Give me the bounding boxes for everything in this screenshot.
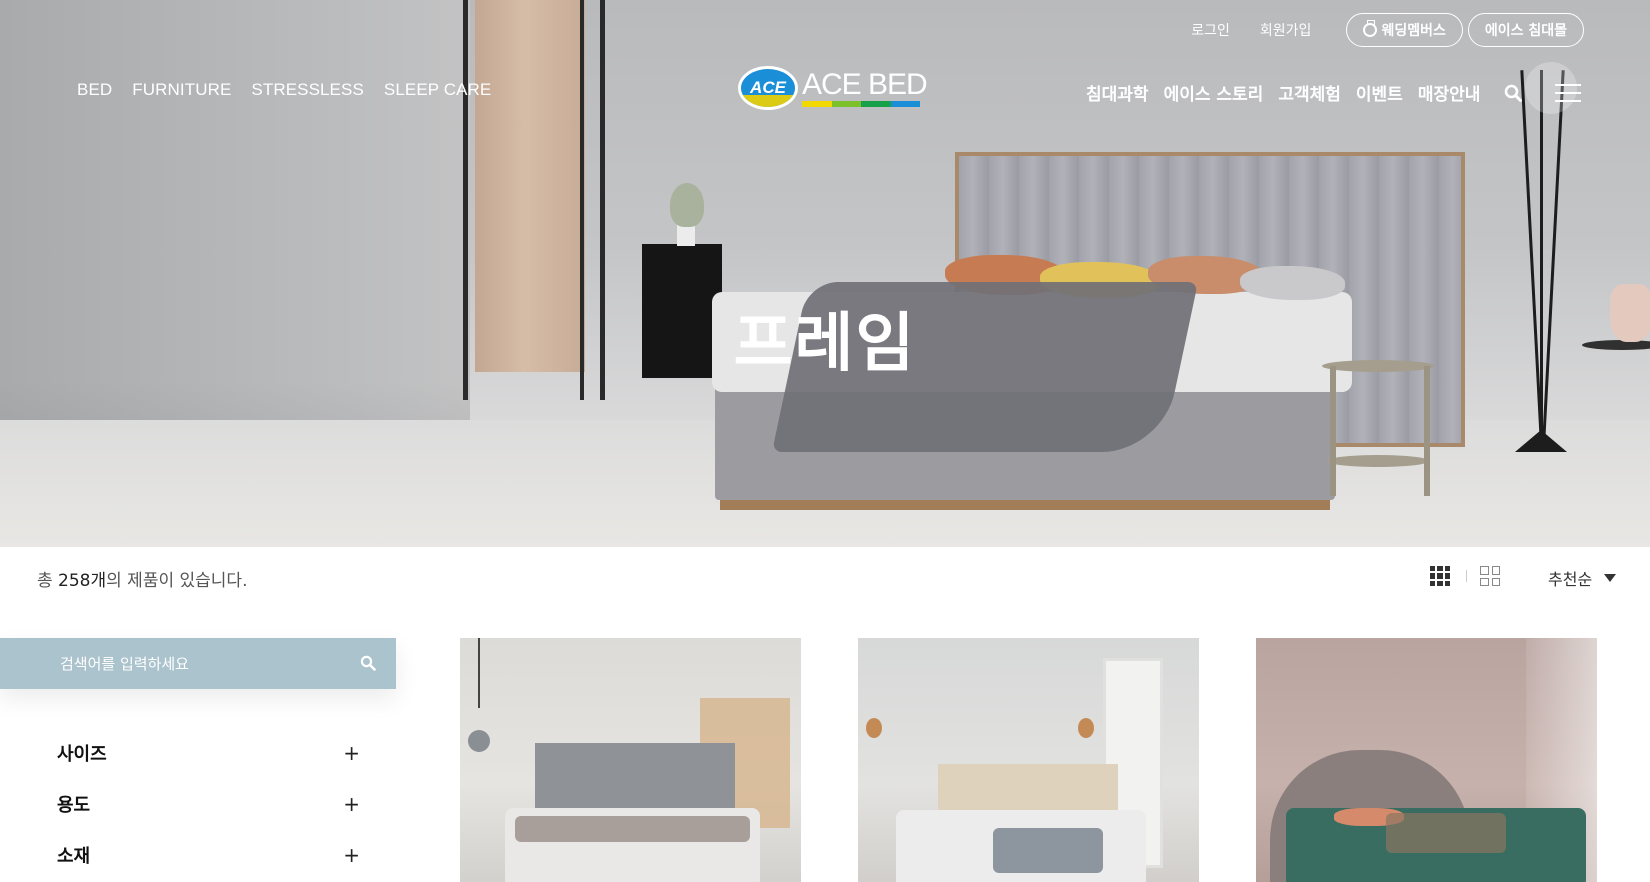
ace-mall-button[interactable]: 에이스 침대몰 xyxy=(1467,13,1584,47)
grid-2-icon[interactable] xyxy=(1480,566,1500,586)
filter-usage[interactable]: 용도 + xyxy=(57,792,360,816)
product-card[interactable] xyxy=(1256,638,1597,882)
count-prefix: 총 xyxy=(37,571,59,591)
product-pendant xyxy=(1078,718,1094,738)
product-card[interactable] xyxy=(460,638,801,882)
brand-nav: 침대과학 에이스 스토리 고객체험 이벤트 매장안내 xyxy=(1086,80,1480,105)
sort-dropdown[interactable]: 추천순 xyxy=(1548,566,1617,590)
filter-label: 용도 xyxy=(57,795,91,816)
logo-bar-segment xyxy=(802,101,832,107)
menu-line xyxy=(1555,100,1581,102)
logo-bar-segment xyxy=(890,101,920,107)
grid-cell xyxy=(1444,573,1450,579)
search-icon[interactable] xyxy=(1504,84,1522,102)
filter-label: 소재 xyxy=(57,846,91,867)
category-nav: BED FURNITURE STRESSLESS SLEEP CARE xyxy=(77,80,491,100)
nav-item-stressless[interactable]: STRESSLESS xyxy=(251,80,364,100)
product-pendant-cord xyxy=(478,638,480,708)
logo-mark: ACE xyxy=(738,66,798,110)
grid-cell xyxy=(1480,577,1489,586)
logo-bar-segment xyxy=(831,101,861,107)
ace-mall-label: 에이스 침대몰 xyxy=(1484,23,1567,39)
filter-size[interactable]: 사이즈 + xyxy=(57,741,360,765)
count-suffix: 의 제품이 있습니다. xyxy=(106,571,248,591)
nav-item-furniture[interactable]: FURNITURE xyxy=(132,80,231,100)
page-title: 프레임 xyxy=(733,307,917,381)
nav-item-experience[interactable]: 고객체험 xyxy=(1278,80,1341,105)
logo-text: ACE BED xyxy=(802,68,928,101)
hero-table-leg xyxy=(1330,366,1336,496)
nav-item-bed-science[interactable]: 침대과학 xyxy=(1086,80,1149,105)
ace-bed-logo[interactable]: ACE ACE BED xyxy=(738,66,928,110)
grid-cell xyxy=(1491,566,1500,575)
hero-bust xyxy=(670,183,704,227)
plus-icon: + xyxy=(343,741,360,765)
hero-side-table-ring xyxy=(1327,455,1429,467)
grid-cell xyxy=(1480,566,1489,575)
plus-icon: + xyxy=(343,843,360,867)
logo-bar-segment xyxy=(861,101,891,107)
menu-icon[interactable] xyxy=(1555,84,1581,102)
nav-item-sleep-care[interactable]: SLEEP CARE xyxy=(384,80,491,100)
sort-label: 추천순 xyxy=(1548,570,1593,589)
hero-lamp xyxy=(1540,70,1543,440)
login-link[interactable]: 로그인 xyxy=(1191,20,1230,40)
nav-item-event[interactable]: 이벤트 xyxy=(1356,80,1403,105)
grid-cell xyxy=(1430,573,1436,579)
utility-nav: 로그인 회원가입 웨딩멤버스 에이스 침대몰 xyxy=(1191,13,1584,47)
product-search xyxy=(0,638,396,689)
grid-cell xyxy=(1437,573,1443,579)
hero-table-leg xyxy=(1424,366,1430,496)
product-card[interactable] xyxy=(858,638,1199,882)
logo-mark-text: ACE xyxy=(750,78,786,97)
logo-wordmark: ACE BED xyxy=(802,68,928,107)
search-input[interactable] xyxy=(0,654,340,673)
count-value: 258개 xyxy=(58,571,107,591)
grid-cell xyxy=(1430,566,1436,572)
grid-cell xyxy=(1491,577,1500,586)
signup-link[interactable]: 회원가입 xyxy=(1260,20,1312,40)
grid-cell xyxy=(1437,580,1443,586)
product-count: 총 258개의 제품이 있습니다. xyxy=(37,566,247,591)
grid-3-icon[interactable] xyxy=(1430,566,1450,586)
product-pendant xyxy=(866,718,882,738)
grid-cell xyxy=(1444,580,1450,586)
grid-cell xyxy=(1444,566,1450,572)
menu-line xyxy=(1555,84,1581,86)
wedding-members-button[interactable]: 웨딩멤버스 xyxy=(1346,13,1463,47)
ring-icon xyxy=(1363,20,1378,37)
grid-cell xyxy=(1437,566,1443,572)
hero-bust-base xyxy=(677,224,695,246)
filter-material[interactable]: 소재 + xyxy=(57,843,360,867)
grid-cell xyxy=(1430,580,1436,586)
caret-down-icon xyxy=(1604,574,1617,582)
view-divider xyxy=(1466,570,1467,582)
plus-icon: + xyxy=(343,792,360,816)
product-throw xyxy=(1386,813,1506,853)
search-icon[interactable] xyxy=(360,655,376,671)
hero-lamp xyxy=(1542,70,1565,440)
menu-line xyxy=(1555,92,1581,94)
product-pendant xyxy=(468,730,490,752)
nav-item-ace-story[interactable]: 에이스 스토리 xyxy=(1164,80,1264,105)
nav-item-bed[interactable]: BED xyxy=(77,80,112,100)
filter-label: 사이즈 xyxy=(57,744,107,765)
logo-color-bar xyxy=(802,101,920,107)
wedding-members-label: 웨딩멤버스 xyxy=(1381,23,1446,39)
nav-item-store-info[interactable]: 매장안내 xyxy=(1418,80,1481,105)
product-throw xyxy=(993,828,1103,873)
product-throw xyxy=(515,816,750,842)
